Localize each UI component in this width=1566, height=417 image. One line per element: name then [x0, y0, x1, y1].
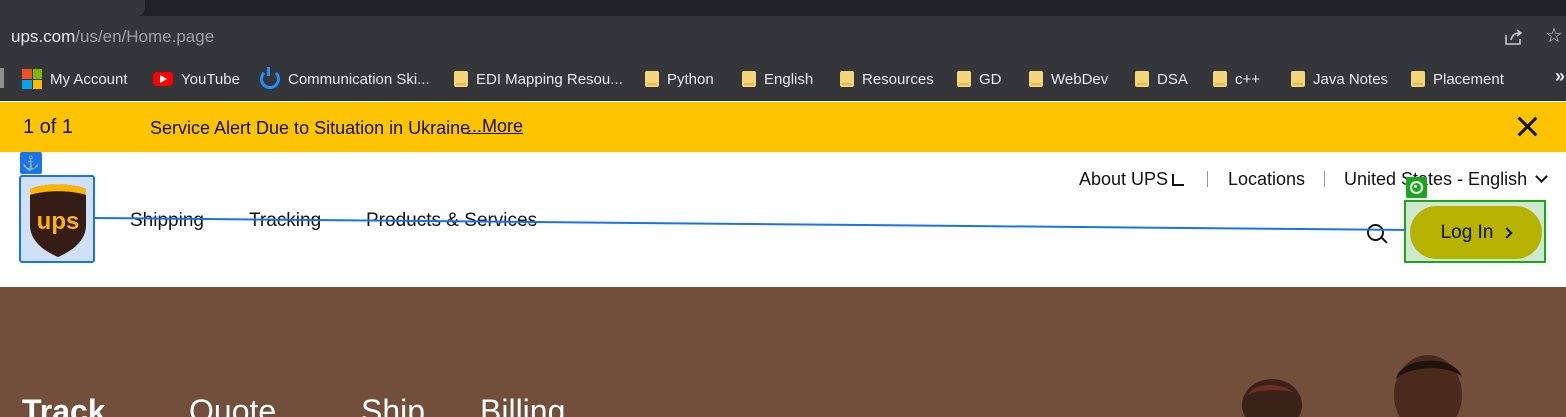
bookmark-gd[interactable]: GD: [957, 68, 1002, 90]
chevron-right-icon: [1501, 226, 1514, 239]
external-link-icon: [1172, 174, 1185, 186]
about-ups-label: About UPS: [1079, 169, 1169, 189]
bookmark-star-icon[interactable]: ☆: [1545, 26, 1563, 46]
utility-divider: [1324, 171, 1325, 187]
bookmark-label: Communication Ski...: [288, 70, 430, 88]
close-icon[interactable]: [1514, 113, 1540, 139]
bookmark-label: YouTube: [181, 70, 240, 88]
url-host: ups.com: [11, 27, 76, 46]
folder-icon: [1411, 71, 1425, 87]
hero-banner: Track Quote Ship Billing: [0, 287, 1566, 417]
browser-active-tab[interactable]: [0, 0, 145, 16]
hero-tab-track[interactable]: Track: [22, 393, 106, 417]
language-label: United States - English: [1344, 169, 1528, 189]
bookmark-label: Resources: [862, 70, 934, 88]
address-url[interactable]: ups.com/us/en/Home.page: [11, 27, 214, 47]
microsoft-icon: [22, 69, 42, 89]
share-icon[interactable]: [1504, 28, 1524, 46]
folder-icon: [454, 71, 468, 87]
url-path: /us/en/Home.page: [75, 27, 215, 46]
hero-tab-quote[interactable]: Quote: [189, 393, 276, 417]
bookmark-cpp[interactable]: c++: [1213, 68, 1260, 90]
folder-icon: [645, 71, 659, 87]
folder-icon: [957, 71, 971, 87]
bookmark-my-account[interactable]: My Account: [22, 68, 128, 90]
alert-more-link[interactable]: ...More: [467, 116, 523, 137]
language-selector[interactable]: United States - English: [1344, 169, 1548, 190]
svg-text:ups: ups: [37, 208, 80, 235]
bookmarks-bar: My Account YouTube Communication Ski... …: [0, 56, 1566, 101]
nav-shipping[interactable]: Shipping: [130, 210, 204, 232]
ups-logo-link[interactable]: ups: [19, 175, 95, 263]
about-ups-link[interactable]: About UPS: [1079, 169, 1185, 190]
target-icon: [1406, 177, 1427, 198]
bookmark-dsa[interactable]: DSA: [1135, 68, 1188, 90]
bookmark-label: Java Notes: [1313, 70, 1389, 88]
folder-icon: [1213, 71, 1227, 87]
bookmark-partial-item: [0, 68, 4, 88]
chevron-down-icon: [1535, 170, 1548, 183]
bookmark-youtube[interactable]: YouTube: [153, 68, 240, 90]
search-icon[interactable]: [1367, 224, 1389, 246]
login-label: Log In: [1440, 221, 1494, 243]
bookmark-label: Placement: [1433, 70, 1504, 88]
bookmark-resources[interactable]: Resources: [840, 68, 934, 90]
login-highlight: Log In: [1404, 200, 1546, 263]
bookmark-label: English: [764, 70, 814, 88]
bookmark-webdev[interactable]: WebDev: [1029, 68, 1108, 90]
folder-icon: [840, 71, 854, 87]
bookmark-label: GD: [979, 70, 1002, 88]
folder-icon: [1135, 71, 1149, 87]
nav-tracking[interactable]: Tracking: [249, 210, 321, 232]
service-alert-bar: 1 of 1 Service Alert Due to Situation in…: [0, 102, 1566, 152]
bookmark-placement[interactable]: Placement: [1411, 68, 1504, 90]
bookmark-label: c++: [1235, 70, 1261, 88]
alert-count: 1 of 1: [23, 116, 74, 138]
hero-photo-person-right: [1394, 355, 1462, 417]
login-button[interactable]: Log In: [1410, 206, 1542, 259]
youtube-icon: [153, 72, 173, 86]
bookmark-label: Python: [667, 70, 714, 88]
alert-text: Service Alert Due to Situation in Ukrain…: [150, 118, 471, 138]
bookmark-edi-mapping[interactable]: EDI Mapping Resou...: [454, 68, 623, 90]
hero-photo-person-left: [1242, 379, 1302, 417]
anchor-icon: ⚓: [20, 152, 42, 174]
nav-products-services[interactable]: Products & Services: [366, 210, 537, 232]
folder-icon: [742, 71, 756, 87]
bookmarks-overflow-icon[interactable]: »: [1555, 66, 1565, 87]
locations-link[interactable]: Locations: [1228, 169, 1305, 190]
bookmark-label: My Account: [50, 70, 128, 88]
bookmark-label: WebDev: [1051, 70, 1109, 88]
bookmark-communication[interactable]: Communication Ski...: [260, 67, 430, 90]
hero-tab-ship[interactable]: Ship: [361, 393, 425, 417]
bookmark-python[interactable]: Python: [645, 68, 714, 90]
bookmark-english[interactable]: English: [742, 68, 813, 90]
ups-logo: ups: [30, 184, 86, 257]
hero-tab-billing[interactable]: Billing: [480, 393, 565, 417]
power-icon: [260, 67, 280, 89]
browser-tab-strip: [0, 0, 1566, 16]
folder-icon: [1291, 71, 1305, 87]
browser-address-bar[interactable]: ups.com/us/en/Home.page ☆: [0, 16, 1566, 56]
utility-divider: [1207, 171, 1208, 187]
site-header: ups ⚓ Shipping Tracking Products & Servi…: [0, 152, 1566, 287]
bookmark-label: DSA: [1157, 70, 1188, 88]
bookmark-java-notes[interactable]: Java Notes: [1291, 68, 1388, 90]
bookmark-label: EDI Mapping Resou...: [476, 70, 623, 88]
folder-icon: [1029, 71, 1043, 87]
